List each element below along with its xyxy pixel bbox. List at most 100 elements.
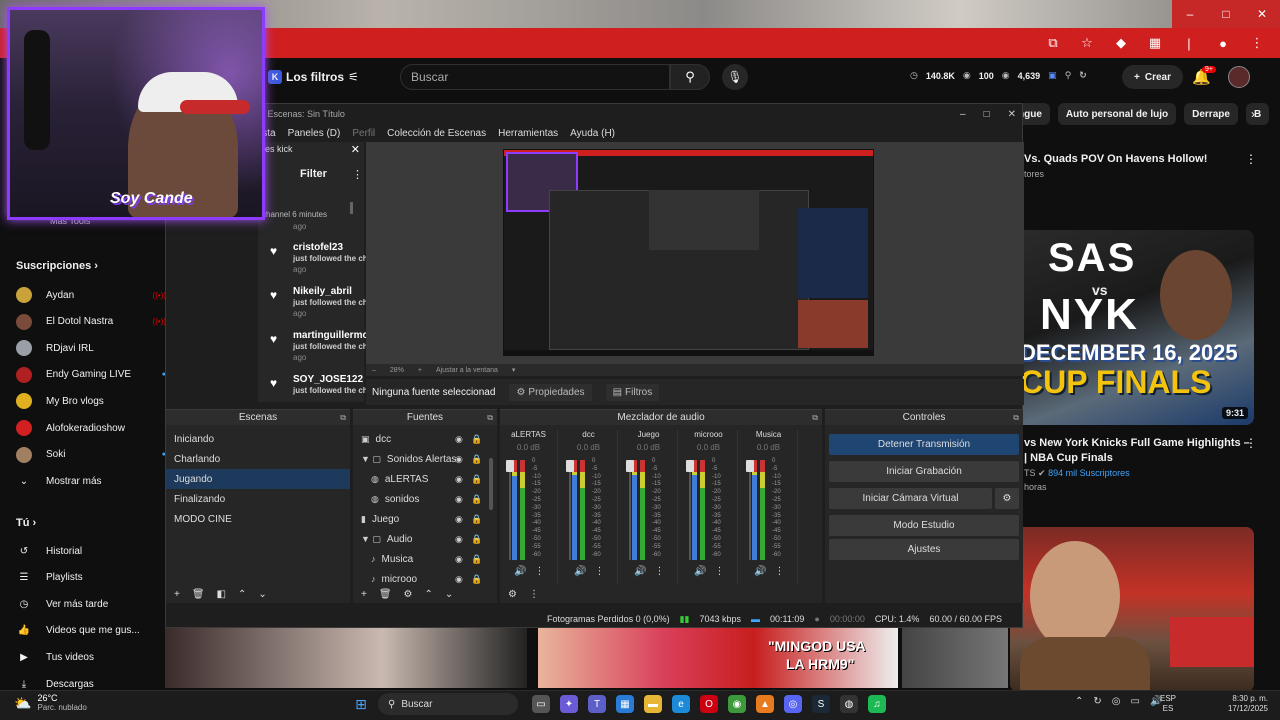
more-vert-icon[interactable]: ⋮ xyxy=(774,566,784,577)
taskbar-search[interactable]: ⚲ Buscar xyxy=(378,693,518,715)
search-button[interactable]: ⚲ xyxy=(670,64,710,90)
eye-icon[interactable]: ◉ xyxy=(455,494,463,505)
volume-fader-knob[interactable] xyxy=(506,460,514,472)
start-virtual-camera-button[interactable]: Iniciar Cámara Virtual xyxy=(829,488,992,509)
volume-fader[interactable] xyxy=(629,460,631,560)
obs-icon[interactable]: ◍ xyxy=(840,695,858,713)
close-icon[interactable]: ✕ xyxy=(351,143,360,156)
video-title[interactable]: vs New York Knicks Full Game Highlights … xyxy=(1024,436,1250,451)
volume-fader[interactable] xyxy=(509,460,511,560)
location-icon[interactable]: ◎ xyxy=(1112,696,1121,707)
file-explorer-icon[interactable]: ▬ xyxy=(644,695,662,713)
zoom-in-button[interactable]: + xyxy=(418,367,422,374)
lock-icon[interactable]: 🔒 xyxy=(471,434,482,445)
extension-diamond-icon[interactable]: ◆ xyxy=(1112,34,1130,52)
more-vert-icon[interactable]: ⋮ xyxy=(534,566,544,577)
opera-icon[interactable]: O xyxy=(700,695,718,713)
teams-icon[interactable]: T xyxy=(588,695,606,713)
chevron-down-icon[interactable]: ⌄ xyxy=(445,589,453,600)
scene-item[interactable]: Finalizando xyxy=(166,489,350,509)
lock-icon[interactable]: 🔒 xyxy=(471,494,482,505)
puzzle-icon[interactable]: ▦ xyxy=(1146,34,1164,52)
filter-button[interactable]: Filter xyxy=(300,168,327,180)
properties-button[interactable]: ⚙ Propiedades xyxy=(509,383,592,401)
trash-icon[interactable]: 🗑 xyxy=(192,589,205,600)
scene-item[interactable]: Jugando xyxy=(166,469,350,489)
weather-widget[interactable]: ⛅ 26°C Parc. nublado xyxy=(14,693,87,713)
filters-button[interactable]: ▤ Filtros xyxy=(605,383,660,401)
advanced-audio-icon[interactable]: ⚙ xyxy=(508,589,517,600)
steam-icon[interactable]: S xyxy=(812,695,830,713)
menu-item[interactable]: Paneles (D) xyxy=(288,128,341,139)
more-vert-icon[interactable]: ⋮ xyxy=(594,566,604,577)
speaker-icon[interactable]: 🔊 xyxy=(514,566,526,577)
eye-icon[interactable]: ◉ xyxy=(455,514,463,525)
speaker-icon[interactable]: 🔊 xyxy=(694,566,706,577)
you-heading[interactable]: Tú › xyxy=(16,517,36,529)
chevron-up-icon[interactable]: ⌃ xyxy=(238,589,246,600)
source-item[interactable]: ◍ sonidos ◉ 🔒 xyxy=(353,489,497,509)
eye-icon[interactable]: ◉ xyxy=(455,434,463,445)
undock-icon[interactable]: ⧉ xyxy=(812,413,818,423)
undock-icon[interactable]: ⧉ xyxy=(340,413,346,423)
sidebar-channel[interactable]: My Bro vlogs xyxy=(16,393,166,410)
chevron-right-icon[interactable]: › xyxy=(1243,103,1263,125)
menu-item[interactable]: Perfil xyxy=(352,128,375,139)
volume-fader-knob[interactable] xyxy=(746,460,754,472)
volume-fader[interactable] xyxy=(689,460,691,560)
edge-icon[interactable]: e xyxy=(672,695,690,713)
discord-icon[interactable]: ◎ xyxy=(784,695,802,713)
lock-icon[interactable]: 🔒 xyxy=(471,554,482,565)
vlc-icon[interactable]: ▲ xyxy=(756,695,774,713)
show-more-button[interactable]: ⌄ Mostrar más xyxy=(16,473,166,489)
chevron-down-icon[interactable]: ▾ xyxy=(512,366,516,374)
lock-icon[interactable]: 🔒 xyxy=(471,574,482,585)
more-vert-icon[interactable]: ⋮ xyxy=(1245,436,1257,450)
more-vert-icon[interactable]: ⋮ xyxy=(654,566,664,577)
trash-icon[interactable]: 🗑 xyxy=(379,589,392,600)
volume-fader-knob[interactable] xyxy=(626,460,634,472)
video-thumbnail[interactable] xyxy=(165,628,527,688)
source-item[interactable]: ▼ ▢ Sonidos Alertas ◉ 🔒 xyxy=(353,449,497,469)
lock-icon[interactable]: 🔒 xyxy=(471,474,482,485)
menu-item[interactable]: Herramientas xyxy=(498,128,558,139)
kick-small-icon[interactable]: ▣ xyxy=(1048,70,1057,81)
virtual-camera-settings-button[interactable]: ⚙ xyxy=(995,488,1019,509)
sidebar-item[interactable]: ↺ Historial xyxy=(16,543,166,559)
trophy-icon[interactable]: ⚲ xyxy=(1065,70,1072,81)
source-item[interactable]: ▣ dcc ◉ 🔒 xyxy=(353,429,497,449)
minimize-icon[interactable]: – xyxy=(960,109,966,120)
sidebar-item[interactable]: ◷ Ver más tarde xyxy=(16,596,166,612)
chevron-down-icon[interactable]: ⌄ xyxy=(258,589,266,600)
lock-icon[interactable]: 🔒 xyxy=(471,534,482,545)
sidebar-item[interactable]: 👍 Videos que me gus... xyxy=(16,623,166,639)
volume-fader[interactable] xyxy=(749,460,751,560)
scene-item[interactable]: MODO CINE xyxy=(166,509,350,529)
filter-icon[interactable]: ◧ xyxy=(217,589,226,600)
menu-item[interactable]: Colección de Escenas xyxy=(387,128,486,139)
scrollbar[interactable] xyxy=(350,202,353,214)
volume-fader[interactable] xyxy=(569,460,571,560)
profile-icon[interactable]: ● xyxy=(1214,34,1232,52)
sidebar-channel[interactable]: Endy Gaming LIVE ● xyxy=(16,366,166,383)
add-icon[interactable]: + xyxy=(361,589,367,600)
preview-area[interactable] xyxy=(366,142,1024,364)
search-input[interactable]: Buscar xyxy=(400,64,670,90)
fit-window-select[interactable]: Ajustar a la ventana xyxy=(436,367,498,374)
stop-stream-button[interactable]: Detener Transmisión xyxy=(829,434,1019,455)
zoom-out-button[interactable]: – xyxy=(372,367,376,374)
start-recording-button[interactable]: Iniciar Grabación xyxy=(829,461,1019,482)
maximize-icon[interactable]: □ xyxy=(984,109,990,120)
speaker-icon[interactable]: 🔊 xyxy=(574,566,586,577)
video-thumbnail[interactable] xyxy=(902,628,1008,688)
subscriptions-heading[interactable]: Suscripciones › xyxy=(16,260,98,272)
sidebar-item[interactable]: ☰ Playlists xyxy=(16,570,166,586)
maximize-button[interactable]: □ xyxy=(1208,0,1244,28)
volume-fader-knob[interactable] xyxy=(686,460,694,472)
sidebar-item[interactable]: ▶ Tus videos xyxy=(16,649,166,665)
close-icon[interactable]: ✕ xyxy=(1008,109,1016,120)
minimize-button[interactable]: – xyxy=(1172,0,1208,28)
lock-icon[interactable]: 🔒 xyxy=(471,454,482,465)
chrome-icon[interactable]: ◉ xyxy=(728,695,746,713)
more-vert-icon[interactable]: ⋮ xyxy=(529,589,539,600)
